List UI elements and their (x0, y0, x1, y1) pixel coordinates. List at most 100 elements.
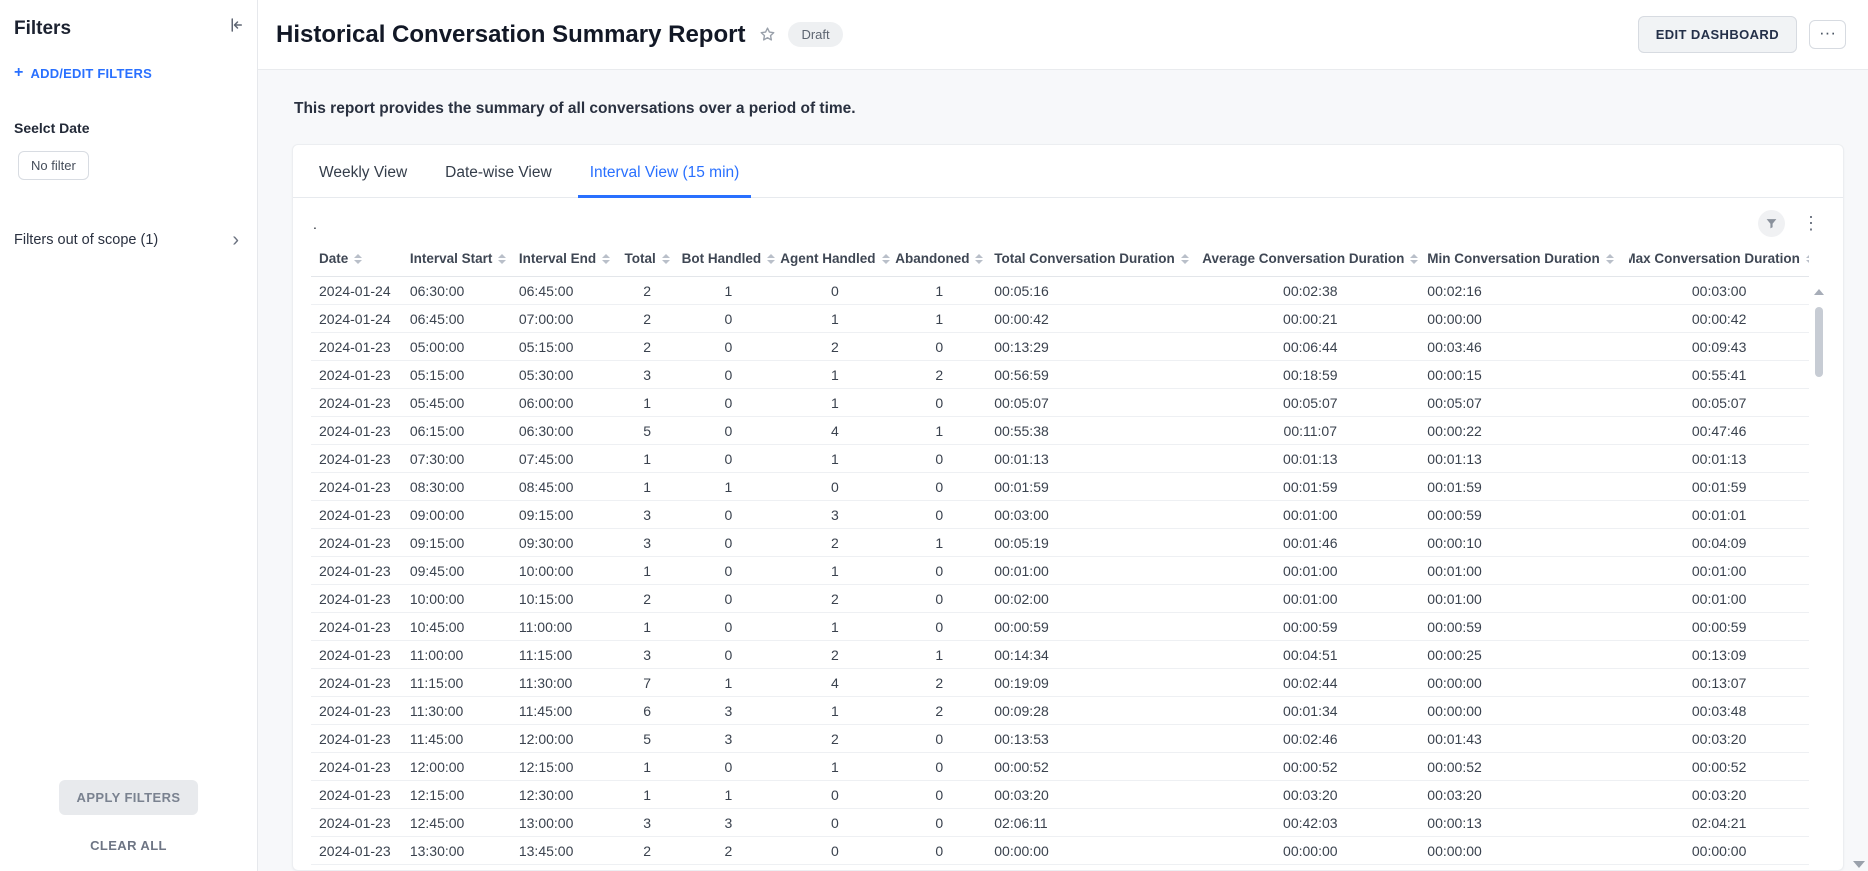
table-row: 2024-01-2309:15:0009:30:00302100:05:1900… (311, 529, 1809, 557)
cell-max-conversation-duration: 02:04:21 (1629, 809, 1809, 837)
no-filter-chip[interactable]: No filter (18, 151, 89, 180)
sort-icon (1410, 254, 1418, 264)
cell-min-conversation-duration: 00:00:22 (1419, 417, 1629, 445)
table-kebab-menu-button[interactable]: ⋮ (1799, 213, 1823, 234)
cell-min-conversation-duration: 00:01:13 (1419, 445, 1629, 473)
column-label: Total Conversation Duration (994, 251, 1175, 266)
tab-weekly-view[interactable]: Weekly View (315, 145, 411, 197)
column-header-abandoned[interactable]: Abandoned (892, 245, 986, 277)
cell-date: 2024-01-23 (311, 613, 402, 641)
cell-total: 3 (615, 529, 680, 557)
cell-interval-end: 06:00:00 (511, 389, 615, 417)
cell-bot-handled: 3 (679, 725, 777, 753)
cell-max-conversation-duration: 00:05:07 (1629, 389, 1809, 417)
column-header-min-conversation-duration[interactable]: Min Conversation Duration (1419, 245, 1629, 277)
cell-abandoned: 0 (892, 809, 986, 837)
widget-header: . ⋮ (311, 208, 1825, 245)
cell-abandoned: 1 (892, 417, 986, 445)
widget-actions: ⋮ (1758, 210, 1823, 237)
cell-abandoned: 2 (892, 669, 986, 697)
cell-date: 2024-01-23 (311, 557, 402, 585)
cell-average-conversation-duration: 00:01:13 (1201, 445, 1419, 473)
cell-abandoned: 2 (892, 361, 986, 389)
table-row: 2024-01-2311:00:0011:15:00302100:14:3400… (311, 641, 1809, 669)
cell-interval-start: 09:15:00 (402, 529, 511, 557)
table-body: 2024-01-2406:30:0006:45:00210100:05:1600… (311, 277, 1809, 865)
cell-min-conversation-duration: 00:03:20 (1419, 781, 1629, 809)
cell-total: 1 (615, 389, 680, 417)
sort-icon (662, 254, 670, 264)
cell-date: 2024-01-23 (311, 753, 402, 781)
sort-icon (767, 254, 775, 264)
cell-abandoned: 1 (892, 277, 986, 305)
cell-bot-handled: 1 (679, 669, 777, 697)
table-scrollbar[interactable] (1813, 285, 1825, 870)
cell-average-conversation-duration: 00:01:00 (1201, 557, 1419, 585)
cell-abandoned: 0 (892, 557, 986, 585)
scrollbar-up-arrow-icon[interactable] (1814, 289, 1824, 295)
column-header-average-conversation-duration[interactable]: Average Conversation Duration (1201, 245, 1419, 277)
tab-interval-view-15-min[interactable]: Interval View (15 min) (586, 145, 744, 197)
column-header-date[interactable]: Date (311, 245, 402, 277)
cell-total: 2 (615, 333, 680, 361)
cell-max-conversation-duration: 00:03:48 (1629, 697, 1809, 725)
cell-max-conversation-duration: 00:55:41 (1629, 361, 1809, 389)
cell-max-conversation-duration: 00:09:43 (1629, 333, 1809, 361)
cell-abandoned: 2 (892, 697, 986, 725)
cell-average-conversation-duration: 00:02:38 (1201, 277, 1419, 305)
column-header-max-conversation-duration[interactable]: Max Conversation Duration (1629, 245, 1809, 277)
cell-average-conversation-duration: 00:02:46 (1201, 725, 1419, 753)
cell-total: 1 (615, 557, 680, 585)
cell-abandoned: 0 (892, 473, 986, 501)
table-filter-button[interactable] (1758, 210, 1785, 237)
column-label: Average Conversation Duration (1202, 251, 1404, 266)
cell-agent-handled: 0 (777, 473, 892, 501)
sort-icon (975, 254, 983, 264)
cell-interval-end: 06:45:00 (511, 277, 615, 305)
cell-max-conversation-duration: 00:13:09 (1629, 641, 1809, 669)
add-edit-filters-button[interactable]: + ADD/EDIT FILTERS (14, 64, 243, 82)
cell-max-conversation-duration: 00:01:00 (1629, 585, 1809, 613)
table-row: 2024-01-2307:30:0007:45:00101000:01:1300… (311, 445, 1809, 473)
column-header-bot-handled[interactable]: Bot Handled (679, 245, 777, 277)
cell-abandoned: 0 (892, 753, 986, 781)
cell-interval-end: 11:30:00 (511, 669, 615, 697)
cell-min-conversation-duration: 00:00:00 (1419, 305, 1629, 333)
cell-max-conversation-duration: 00:13:07 (1629, 669, 1809, 697)
cell-interval-start: 13:30:00 (402, 837, 511, 865)
cell-agent-handled: 0 (777, 837, 892, 865)
report-description: This report provides the summary of all … (292, 100, 1844, 118)
table-row: 2024-01-2312:15:0012:30:00110000:03:2000… (311, 781, 1809, 809)
cell-abandoned: 0 (892, 781, 986, 809)
collapse-sidebar-icon[interactable] (227, 16, 245, 39)
favorite-star-icon[interactable] (759, 26, 776, 43)
table-row: 2024-01-2312:00:0012:15:00101000:00:5200… (311, 753, 1809, 781)
filters-out-of-scope-toggle[interactable]: Filters out of scope (1) › (14, 232, 243, 248)
column-header-interval-end[interactable]: Interval End (511, 245, 615, 277)
cell-bot-handled: 3 (679, 697, 777, 725)
page-scroll-down-arrow-icon[interactable] (1853, 861, 1865, 868)
apply-filters-button[interactable]: APPLY FILTERS (59, 780, 199, 815)
clear-all-button[interactable]: CLEAR ALL (0, 838, 257, 853)
cell-interval-start: 05:15:00 (402, 361, 511, 389)
cell-abandoned: 0 (892, 837, 986, 865)
edit-dashboard-button[interactable]: EDIT DASHBOARD (1638, 16, 1797, 53)
cell-bot-handled: 0 (679, 641, 777, 669)
more-menu-button[interactable]: ··· (1809, 20, 1846, 49)
cell-abandoned: 0 (892, 501, 986, 529)
column-header-agent-handled[interactable]: Agent Handled (777, 245, 892, 277)
column-header-interval-start[interactable]: Interval Start (402, 245, 511, 277)
scrollbar-thumb[interactable] (1815, 307, 1823, 377)
column-header-total[interactable]: Total (615, 245, 680, 277)
table-container: DateInterval StartInterval EndTotalBot H… (311, 245, 1825, 870)
cell-min-conversation-duration: 00:00:59 (1419, 501, 1629, 529)
cell-max-conversation-duration: 00:03:20 (1629, 781, 1809, 809)
column-header-total-conversation-duration[interactable]: Total Conversation Duration (986, 245, 1201, 277)
cell-max-conversation-duration: 00:04:09 (1629, 529, 1809, 557)
tab-date-wise-view[interactable]: Date-wise View (441, 145, 556, 197)
cell-total-conversation-duration: 00:02:00 (986, 585, 1201, 613)
cell-interval-end: 11:00:00 (511, 613, 615, 641)
cell-interval-end: 07:00:00 (511, 305, 615, 333)
table-row: 2024-01-2311:15:0011:30:00714200:19:0900… (311, 669, 1809, 697)
cell-agent-handled: 2 (777, 585, 892, 613)
